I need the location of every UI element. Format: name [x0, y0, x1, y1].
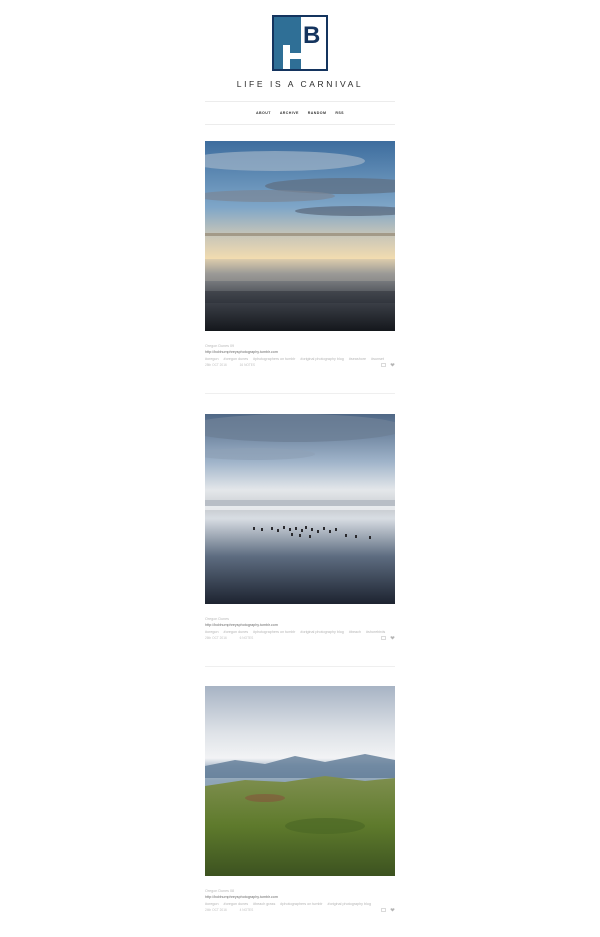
tag-link[interactable]: #beach grass — [253, 902, 275, 906]
reblog-icon[interactable] — [381, 908, 386, 912]
tag-link[interactable]: #oregon dunes — [224, 630, 249, 634]
post-footer: 24th OCT 2016 4 NOTES — [205, 907, 395, 915]
tag-link[interactable]: #photographers on tumblr — [280, 902, 322, 906]
nav-archive[interactable]: ARCHIVE — [280, 111, 299, 115]
post-photo[interactable] — [205, 414, 395, 604]
reblog-icon[interactable] — [381, 636, 386, 640]
tag-link[interactable]: #beach — [349, 630, 361, 634]
tag-link[interactable]: #sunset — [371, 357, 384, 361]
post-1: Oregon Dunes 09 http://bobhumphreysphoto… — [205, 141, 395, 370]
post-notes[interactable]: 4 NOTES — [240, 908, 254, 912]
tag-link[interactable]: #seashore — [349, 357, 366, 361]
post-divider — [205, 666, 395, 667]
tag-link[interactable]: #original photography blog — [300, 630, 343, 634]
tag-link[interactable]: #oregon — [205, 357, 219, 361]
heart-icon[interactable] — [390, 363, 395, 367]
post-date[interactable]: 26th OCT 2016 — [205, 636, 227, 640]
blog-logo[interactable]: B — [272, 15, 328, 71]
post-notes[interactable]: 16 NOTES — [240, 363, 255, 367]
tag-link[interactable]: #oregon dunes — [224, 357, 249, 361]
post-caption: Oregon Dunes 08 http://bobhumphreysphoto… — [205, 876, 395, 915]
tag-link[interactable]: #photographers on tumblr — [253, 357, 295, 361]
nav-rss[interactable]: RSS — [335, 111, 344, 115]
nav-about[interactable]: ABOUT — [256, 111, 271, 115]
tag-link[interactable]: #original photography blog — [300, 357, 343, 361]
beach-sunset-photo — [205, 141, 395, 331]
post-2: Oregon Dunes http://bobhumphreysphotogra… — [205, 414, 395, 643]
post-caption: Oregon Dunes http://bobhumphreysphotogra… — [205, 604, 395, 643]
post-date[interactable]: 24th OCT 2016 — [205, 908, 227, 912]
tag-link[interactable]: #oregon — [205, 902, 219, 906]
heart-icon[interactable] — [390, 636, 395, 640]
tag-link[interactable]: #photographers on tumblr — [253, 630, 295, 634]
post-notes[interactable]: 6 NOTES — [240, 636, 254, 640]
svg-text:B: B — [303, 22, 320, 49]
post-caption: Oregon Dunes 09 http://bobhumphreysphoto… — [205, 331, 395, 370]
dune-grass-photo — [205, 686, 395, 876]
heart-icon[interactable] — [390, 908, 395, 912]
shorebirds-beach-photo — [205, 414, 395, 604]
post-footer: 26th OCT 2016 6 NOTES — [205, 635, 395, 643]
tag-link[interactable]: #oregon — [205, 630, 219, 634]
bh-logo-icon: B — [272, 15, 328, 71]
blog-title[interactable]: LIFE IS A CARNIVAL — [0, 79, 600, 89]
tag-link[interactable]: #original photography blog — [328, 902, 371, 906]
tag-link[interactable]: #shorebirds — [366, 630, 385, 634]
nav-random[interactable]: RANDOM — [308, 111, 327, 115]
post-divider — [205, 393, 395, 394]
post-photo[interactable] — [205, 141, 395, 331]
post-photo[interactable] — [205, 686, 395, 876]
post-date[interactable]: 28th OCT 2016 — [205, 363, 227, 367]
main-nav: ABOUT ARCHIVE RANDOM RSS — [205, 101, 395, 125]
reblog-icon[interactable] — [381, 363, 386, 367]
tag-link[interactable]: #oregon dunes — [224, 902, 249, 906]
post-footer: 28th OCT 2016 16 NOTES — [205, 362, 395, 370]
post-3: Oregon Dunes 08 http://bobhumphreysphoto… — [205, 686, 395, 915]
